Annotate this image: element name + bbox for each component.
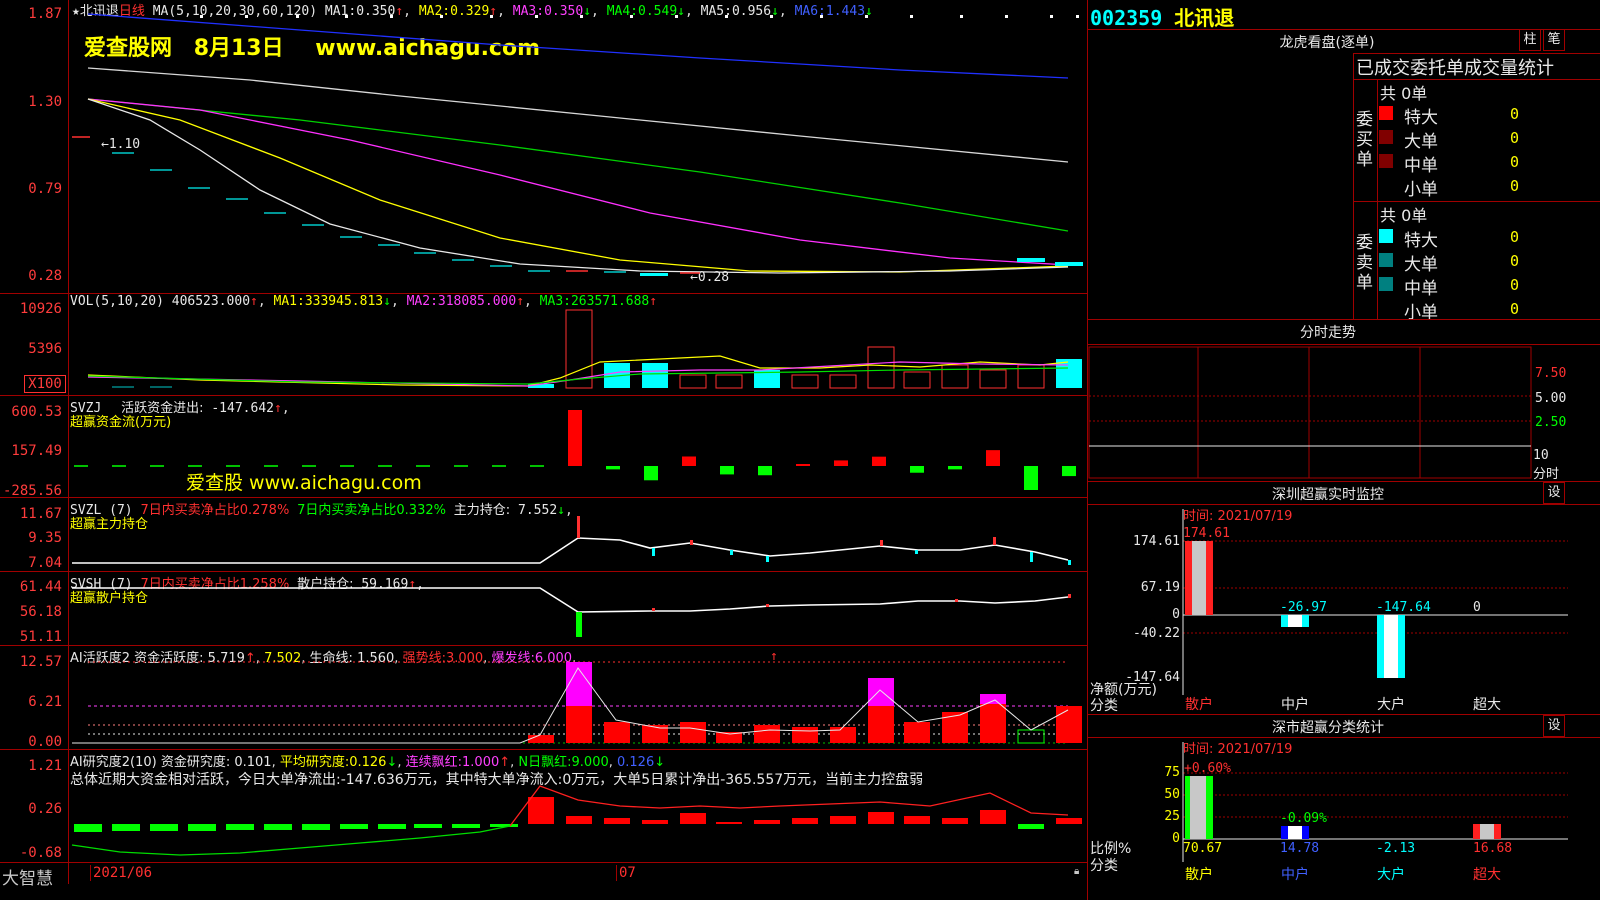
sc-stats-chart: [1182, 742, 1568, 862]
sc-category: 中户: [1281, 867, 1309, 883]
sc-value-label: 14.78: [1280, 841, 1320, 856]
sc-category: 大户: [1377, 867, 1405, 883]
sc-value-label: 16.68: [1473, 841, 1513, 856]
sc-top-label: -0.09%: [1280, 811, 1327, 826]
sc-top-label: +0.60%: [1184, 761, 1231, 776]
sc-value-label: 70.67: [1183, 841, 1223, 856]
sc-category: 超大: [1473, 867, 1501, 883]
sc-category: 散户: [1185, 867, 1213, 883]
sc-value-label: -2.13: [1376, 841, 1416, 856]
